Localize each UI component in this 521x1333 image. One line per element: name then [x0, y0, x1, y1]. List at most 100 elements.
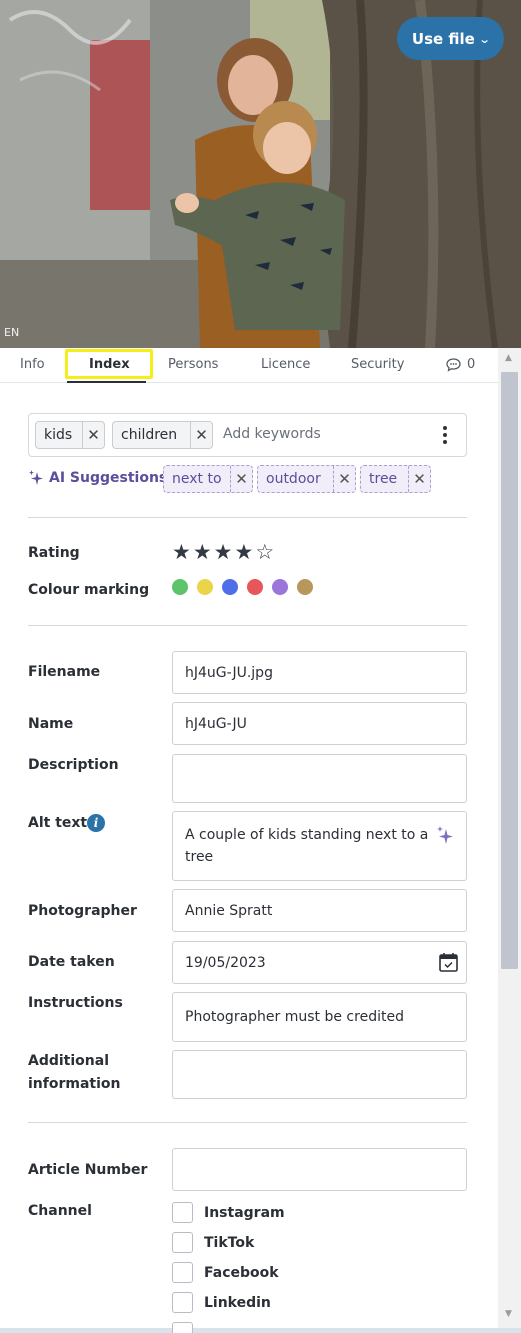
name-label: Name [28, 716, 74, 732]
tab-persons[interactable]: Persons [168, 357, 218, 372]
photographer-value: Annie Spratt [185, 902, 273, 919]
filename-value: hJ4uG-JU.jpg [185, 664, 273, 681]
more-options-icon[interactable] [437, 424, 453, 446]
channel-option-label: Facebook [204, 1264, 279, 1281]
keyword-chip: children ✕ [112, 421, 213, 449]
ai-suggestion-label: tree [369, 471, 398, 487]
channel-option[interactable] [172, 1322, 193, 1333]
instructions-label: Instructions [28, 995, 123, 1011]
channel-checkbox[interactable] [172, 1322, 193, 1333]
colour-marking-picker [172, 579, 313, 595]
photographer-field[interactable]: Annie Spratt [172, 889, 467, 932]
additional-information-label-line1: Additional [28, 1053, 109, 1069]
name-field[interactable]: hJ4uG-JU [172, 702, 467, 745]
name-value: hJ4uG-JU [185, 715, 247, 732]
colour-marking-label: Colour marking [28, 582, 150, 598]
date-taken-label: Date taken [28, 954, 115, 970]
remove-keyword-icon[interactable]: ✕ [190, 422, 212, 448]
bottom-edge [0, 1328, 521, 1333]
alt-text-value: A couple of kids standing next to a tree [185, 827, 429, 865]
ai-suggestion-label: next to [172, 471, 222, 487]
scroll-up-arrow-icon[interactable]: ▲ [505, 353, 512, 363]
channel-option[interactable]: Facebook [172, 1262, 279, 1283]
section-divider [28, 517, 467, 518]
date-taken-value: 19/05/2023 [185, 954, 266, 971]
star-rating[interactable]: ★ ★ ★ ★ ☆ [172, 541, 274, 563]
star-empty-icon[interactable]: ☆ [255, 541, 274, 563]
instructions-field[interactable]: Photographer must be credited [172, 992, 467, 1042]
tab-security[interactable]: Security [351, 357, 404, 372]
ai-suggestions-label: AI Suggestions [49, 470, 168, 486]
detail-tabs: Info Index Persons Licence Security 0 [0, 348, 498, 383]
colour-dot-blue[interactable] [222, 579, 238, 595]
date-taken-field[interactable]: 19/05/2023 [172, 941, 467, 984]
article-number-label: Article Number [28, 1162, 148, 1178]
colour-dot-purple[interactable] [272, 579, 288, 595]
additional-information-field[interactable] [172, 1050, 467, 1099]
remove-suggestion-icon[interactable]: ✕ [230, 466, 252, 492]
colour-dot-brown[interactable] [297, 579, 313, 595]
channel-checkbox[interactable] [172, 1262, 193, 1283]
ai-generate-sparkle-icon[interactable] [436, 825, 454, 847]
rating-label: Rating [28, 545, 80, 561]
channel-checkbox[interactable] [172, 1202, 193, 1223]
remove-suggestion-icon[interactable]: ✕ [333, 466, 355, 492]
instructions-value: Photographer must be credited [185, 1009, 404, 1025]
keyword-chip: kids ✕ [35, 421, 105, 449]
article-number-field[interactable] [172, 1148, 467, 1191]
add-keywords-input[interactable] [223, 426, 423, 442]
section-divider [28, 625, 467, 626]
star-filled-icon[interactable]: ★ [234, 541, 253, 563]
star-filled-icon[interactable]: ★ [193, 541, 212, 563]
tab-licence[interactable]: Licence [261, 357, 310, 372]
ai-suggestions-button[interactable]: AI Suggestions [28, 469, 167, 487]
section-divider [28, 1122, 467, 1123]
alt-text-label: Alt text [28, 815, 88, 831]
active-tab-underline [67, 381, 146, 383]
alt-text-field[interactable]: A couple of kids standing next to a tree [172, 811, 467, 881]
star-filled-icon[interactable]: ★ [172, 541, 191, 563]
ai-suggestion-chip[interactable]: tree ✕ [360, 465, 431, 493]
description-field[interactable] [172, 754, 467, 803]
channel-option-label: TikTok [204, 1234, 255, 1251]
chevron-down-icon: ⌄ [478, 33, 491, 46]
star-filled-icon[interactable]: ★ [214, 541, 233, 563]
tab-info[interactable]: Info [20, 357, 45, 372]
photographer-label: Photographer [28, 903, 137, 919]
channel-option[interactable]: TikTok [172, 1232, 254, 1253]
additional-information-label-line2: information [28, 1076, 121, 1092]
channel-option-label: Instagram [204, 1204, 285, 1221]
use-file-button[interactable]: Use file ⌄ [397, 17, 504, 60]
filename-label: Filename [28, 664, 101, 680]
remove-suggestion-icon[interactable]: ✕ [408, 466, 430, 492]
tab-index[interactable]: Index [89, 357, 130, 372]
filename-field[interactable]: hJ4uG-JU.jpg [172, 651, 467, 694]
comment-count: 0 [467, 357, 476, 372]
scrollbar-thumb[interactable] [501, 372, 518, 969]
channel-option[interactable]: Linkedin [172, 1292, 271, 1313]
channel-option-label: Linkedin [204, 1294, 271, 1311]
info-icon[interactable]: i [87, 814, 105, 832]
tab-comments[interactable]: 0 [446, 357, 475, 372]
colour-dot-green[interactable] [172, 579, 188, 595]
ai-suggestion-chip[interactable]: next to ✕ [163, 465, 253, 493]
asset-preview-image: Use file ⌄ EN [0, 0, 521, 348]
description-label: Description [28, 757, 119, 773]
ai-suggestion-label: outdoor [266, 471, 321, 487]
additional-information-label: Additional information [28, 1050, 121, 1096]
remove-keyword-icon[interactable]: ✕ [82, 422, 104, 448]
keywords-field[interactable]: kids ✕ children ✕ [28, 413, 467, 457]
use-file-label: Use file [411, 29, 475, 48]
keyword-chip-label: kids [44, 427, 73, 443]
channel-checkbox[interactable] [172, 1232, 193, 1253]
colour-dot-red[interactable] [247, 579, 263, 595]
keyword-chip-label: children [121, 427, 178, 443]
channel-option[interactable]: Instagram [172, 1202, 285, 1223]
colour-dot-yellow[interactable] [197, 579, 213, 595]
sparkle-icon [29, 470, 43, 485]
scroll-down-arrow-icon[interactable]: ▼ [505, 1309, 512, 1319]
calendar-icon[interactable] [439, 952, 458, 972]
channel-checkbox[interactable] [172, 1292, 193, 1313]
ai-suggestion-chip[interactable]: outdoor ✕ [257, 465, 356, 493]
comment-icon [446, 357, 461, 372]
